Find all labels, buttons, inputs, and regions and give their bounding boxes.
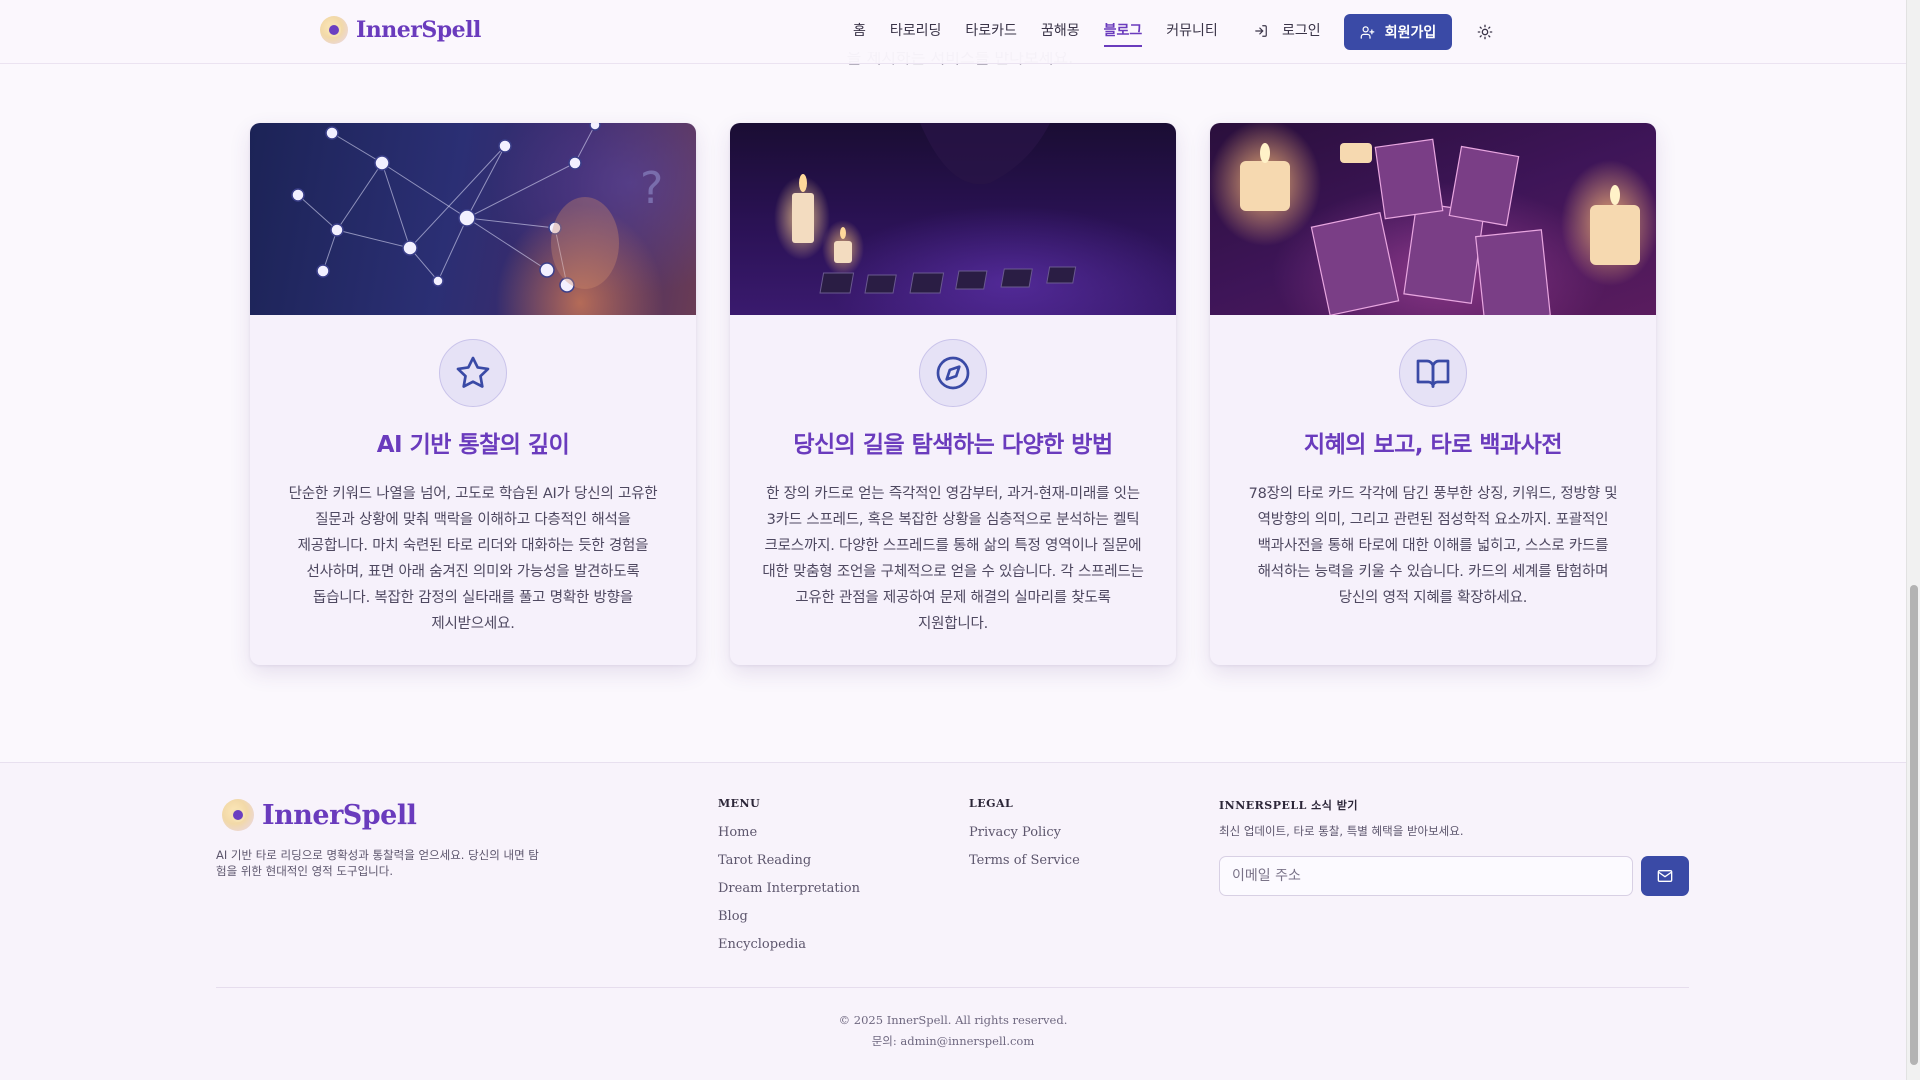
site-header: InnerSpell 홈 타로리딩 타로카드 꿈해몽 블로그 커뮤니티 로그인 … bbox=[0, 0, 1906, 64]
user-plus-icon bbox=[1360, 25, 1375, 39]
footer-link-home[interactable]: Home bbox=[718, 823, 860, 851]
login-label: 로그인 bbox=[1282, 23, 1321, 39]
newsletter-email-input[interactable] bbox=[1219, 856, 1633, 896]
feature-title: 지혜의 보고, 타로 백과사전 bbox=[1303, 432, 1563, 458]
header-logo[interactable]: InnerSpell bbox=[320, 16, 481, 44]
footer-menu-title: MENU bbox=[718, 797, 761, 810]
scrollbar-thumb[interactable] bbox=[1910, 585, 1918, 1065]
open-book-icon bbox=[1416, 359, 1450, 388]
eye-logo-icon bbox=[222, 799, 254, 831]
candle-table-illustration bbox=[792, 123, 1077, 294]
signup-button[interactable]: 회원가입 bbox=[1344, 14, 1452, 50]
log-in-icon bbox=[1255, 25, 1267, 37]
brand-name: InnerSpell bbox=[356, 17, 481, 43]
feature-icon-badge bbox=[439, 339, 507, 407]
star-icon bbox=[456, 356, 490, 388]
footer-link-tarot-reading[interactable]: Tarot Reading bbox=[718, 851, 860, 879]
footer-menu-links: Home Tarot Reading Dream Interpretation … bbox=[718, 823, 860, 963]
footer-divider bbox=[216, 987, 1689, 988]
feature-image-tarot-cards bbox=[1210, 123, 1656, 315]
nav-item-tarot-reading[interactable]: 타로리딩 bbox=[890, 20, 942, 42]
tarot-cards-illustration bbox=[1240, 138, 1640, 315]
footer-newsletter-title: INNERSPELL 소식 받기 bbox=[1219, 799, 1358, 812]
signup-label: 회원가입 bbox=[1384, 25, 1437, 41]
feature-description: 한 장의 카드로 얻는 즉각적인 영감부터, 과거-현재-미래를 잇는 3카드 … bbox=[762, 486, 1144, 632]
feature-title: AI 기반 통찰의 깊이 bbox=[376, 432, 570, 458]
site-footer: InnerSpell AI 기반 타로 리딩으로 명확성과 통찰력을 얻으세요.… bbox=[0, 762, 1906, 1080]
eye-logo-icon bbox=[320, 16, 348, 44]
footer-copyright: © 2025 InnerSpell. All rights reserved. bbox=[838, 1013, 1068, 1027]
page-scrollbar[interactable] bbox=[1906, 0, 1920, 1080]
footer-logo[interactable]: InnerSpell bbox=[222, 799, 417, 831]
feature-image-ai-network: ? bbox=[250, 123, 696, 315]
footer-tagline: AI 기반 타로 리딩으로 명확성과 통찰력을 얻으세요. 당신의 내면 탐험을… bbox=[216, 848, 539, 878]
feature-icon-badge bbox=[1399, 339, 1467, 407]
footer-brand-name: InnerSpell bbox=[262, 799, 417, 831]
feature-card-spreads: 당신의 길을 탐색하는 다양한 방법 한 장의 카드로 얻는 즉각적인 영감부터… bbox=[730, 123, 1176, 665]
nav-item-blog[interactable]: 블로그 bbox=[1103, 20, 1142, 47]
feature-card-encyclopedia: 지혜의 보고, 타로 백과사전 78장의 타로 카드 각각에 담긴 풍부한 상징… bbox=[1210, 123, 1656, 665]
feature-icon-badge bbox=[919, 339, 987, 407]
login-button[interactable]: 로그인 bbox=[1254, 20, 1321, 42]
nav-item-dream[interactable]: 꿈해몽 bbox=[1041, 20, 1080, 42]
footer-link-blog[interactable]: Blog bbox=[718, 907, 860, 935]
footer-link-privacy-policy[interactable]: Privacy Policy bbox=[969, 823, 1080, 851]
footer-contact-email[interactable]: 문의: admin@innerspell.com bbox=[0, 1033, 1906, 1049]
theme-toggle-button[interactable] bbox=[1474, 21, 1496, 43]
sun-icon bbox=[1477, 24, 1493, 40]
main-nav: 홈 타로리딩 타로카드 꿈해몽 블로그 커뮤니티 bbox=[853, 20, 1242, 47]
nav-item-community[interactable]: 커뮤니티 bbox=[1166, 20, 1218, 42]
nav-item-tarot-cards[interactable]: 타로카드 bbox=[965, 20, 1017, 42]
footer-legal-links: Privacy Policy Terms of Service bbox=[969, 823, 1080, 879]
footer-link-terms-of-service[interactable]: Terms of Service bbox=[969, 851, 1080, 879]
footer-link-dream-interpretation[interactable]: Dream Interpretation bbox=[718, 879, 860, 907]
feature-description: 단순한 키워드 나열을 넘어, 고도로 학습된 AI가 당신의 고유한 질문과 … bbox=[288, 486, 658, 632]
feature-description: 78장의 타로 카드 각각에 담긴 풍부한 상징, 키워드, 정방향 및 역방향… bbox=[1248, 486, 1618, 606]
footer-legal-title: LEGAL bbox=[969, 797, 1014, 810]
nav-item-home[interactable]: 홈 bbox=[853, 20, 866, 42]
svg-text:?: ? bbox=[640, 163, 663, 214]
feature-image-candle-reading bbox=[730, 123, 1176, 315]
mail-icon bbox=[1657, 870, 1673, 882]
feature-title: 당신의 길을 탐색하는 다양한 방법 bbox=[793, 432, 1113, 458]
footer-link-encyclopedia[interactable]: Encyclopedia bbox=[718, 935, 860, 963]
footer-newsletter-description: 최신 업데이트, 타로 통찰, 특별 혜택을 받아보세요. bbox=[1219, 824, 1464, 838]
network-illustration: ? bbox=[291, 123, 663, 293]
newsletter-submit-button[interactable] bbox=[1641, 856, 1689, 896]
compass-icon bbox=[936, 356, 970, 390]
feature-card-ai-insight: ? AI 기반 통찰의 깊이 단순한 키워드 나열을 넘어, 고도로 학습된 A… bbox=[250, 123, 696, 665]
